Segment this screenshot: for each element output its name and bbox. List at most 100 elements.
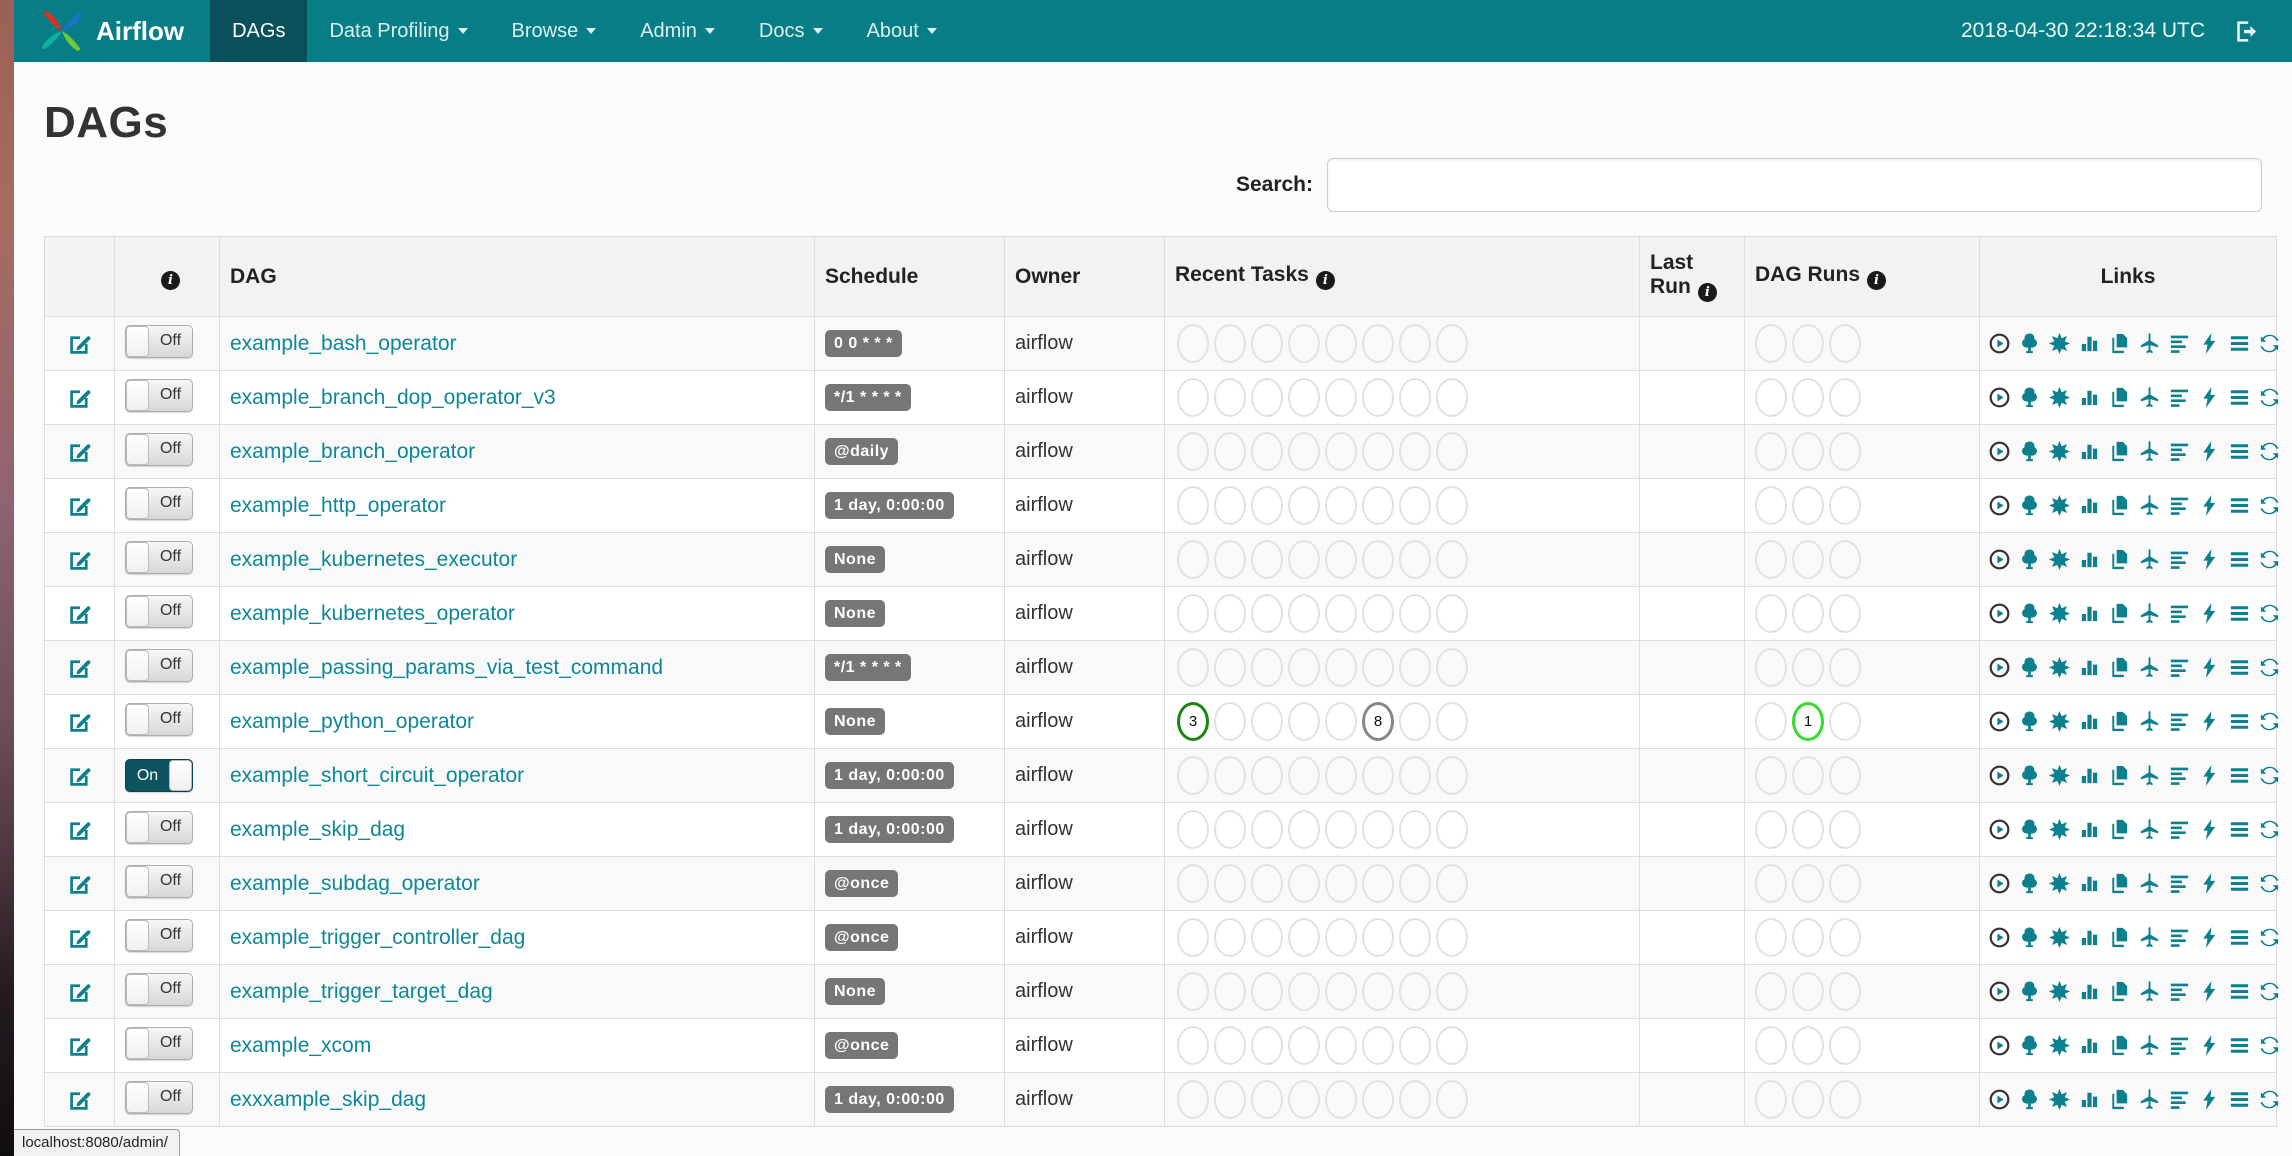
task-state-circle[interactable] xyxy=(1362,1026,1394,1065)
task-state-circle[interactable] xyxy=(1436,918,1468,957)
graph-view-icon[interactable] xyxy=(2048,1034,2071,1057)
task-state-circle[interactable] xyxy=(1399,648,1431,687)
gantt-icon[interactable] xyxy=(2168,440,2191,463)
landing-times-icon[interactable] xyxy=(2138,332,2161,355)
refresh-icon[interactable] xyxy=(2258,818,2281,841)
gantt-icon[interactable] xyxy=(2168,872,2191,895)
refresh-icon[interactable] xyxy=(2258,386,2281,409)
dag-run-state-circle[interactable] xyxy=(1755,810,1787,849)
schedule-badge[interactable]: None xyxy=(825,546,885,573)
trigger-dag-icon[interactable] xyxy=(1988,980,2011,1003)
refresh-icon[interactable] xyxy=(2258,926,2281,949)
task-state-circle[interactable] xyxy=(1251,432,1283,471)
task-state-circle[interactable] xyxy=(1251,702,1283,741)
trigger-dag-icon[interactable] xyxy=(1988,710,2011,733)
dag-run-state-circle[interactable] xyxy=(1792,1080,1824,1119)
graph-view-icon[interactable] xyxy=(2048,386,2071,409)
landing-times-icon[interactable] xyxy=(2138,818,2161,841)
search-input[interactable] xyxy=(1327,158,2262,212)
task-state-circle[interactable] xyxy=(1214,1080,1246,1119)
landing-times-icon[interactable] xyxy=(2138,1088,2161,1111)
dag-run-state-circle[interactable] xyxy=(1829,324,1861,363)
task-state-circle[interactable] xyxy=(1214,648,1246,687)
dag-run-state-circle[interactable] xyxy=(1792,432,1824,471)
schedule-badge[interactable]: */1 * * * * xyxy=(825,384,911,411)
graph-view-icon[interactable] xyxy=(2048,602,2071,625)
task-state-circle[interactable] xyxy=(1399,810,1431,849)
task-state-circle[interactable] xyxy=(1214,594,1246,633)
dag-link[interactable]: example_short_circuit_operator xyxy=(230,764,524,787)
graph-view-icon[interactable] xyxy=(2048,1088,2071,1111)
task-tries-icon[interactable] xyxy=(2108,710,2131,733)
task-state-circle[interactable] xyxy=(1362,810,1394,849)
refresh-icon[interactable] xyxy=(2258,980,2281,1003)
dag-run-state-circle[interactable] xyxy=(1755,648,1787,687)
refresh-icon[interactable] xyxy=(2258,1034,2281,1057)
graph-view-icon[interactable] xyxy=(2048,872,2071,895)
landing-times-icon[interactable] xyxy=(2138,872,2161,895)
gantt-icon[interactable] xyxy=(2168,1088,2191,1111)
task-state-circle[interactable] xyxy=(1251,810,1283,849)
nav-item-data-profiling[interactable]: Data Profiling xyxy=(307,0,489,62)
edit-dag-icon[interactable] xyxy=(67,871,93,897)
task-state-circle[interactable] xyxy=(1214,864,1246,903)
dag-pause-toggle[interactable]: Off xyxy=(125,864,193,898)
tree-view-icon[interactable] xyxy=(2018,764,2041,787)
nav-item-dags[interactable]: DAGs xyxy=(210,0,308,62)
task-state-circle[interactable] xyxy=(1214,486,1246,525)
refresh-icon[interactable] xyxy=(2258,332,2281,355)
task-state-circle[interactable] xyxy=(1288,1080,1320,1119)
landing-times-icon[interactable] xyxy=(2138,386,2161,409)
edit-dag-icon[interactable] xyxy=(67,763,93,789)
code-view-icon[interactable] xyxy=(2198,602,2221,625)
task-state-circle[interactable] xyxy=(1177,1080,1209,1119)
schedule-badge[interactable]: None xyxy=(825,978,885,1005)
code-view-icon[interactable] xyxy=(2198,440,2221,463)
dag-pause-toggle[interactable]: Off xyxy=(125,594,193,628)
task-state-circle[interactable] xyxy=(1436,864,1468,903)
task-state-circle[interactable] xyxy=(1177,594,1209,633)
task-state-circle[interactable] xyxy=(1436,648,1468,687)
task-duration-icon[interactable] xyxy=(2078,386,2101,409)
logs-icon[interactable] xyxy=(2228,548,2251,571)
dag-pause-toggle[interactable]: Off xyxy=(125,324,193,358)
dag-run-state-circle[interactable] xyxy=(1829,972,1861,1011)
code-view-icon[interactable] xyxy=(2198,1088,2221,1111)
logs-icon[interactable] xyxy=(2228,656,2251,679)
dag-run-state-circle[interactable] xyxy=(1792,648,1824,687)
dag-pause-toggle[interactable]: Off xyxy=(125,1080,193,1114)
task-state-circle[interactable] xyxy=(1251,324,1283,363)
logs-icon[interactable] xyxy=(2228,764,2251,787)
tree-view-icon[interactable] xyxy=(2018,494,2041,517)
dag-pause-toggle[interactable]: Off xyxy=(125,486,193,520)
task-state-circle[interactable] xyxy=(1251,378,1283,417)
dag-run-state-circle[interactable] xyxy=(1829,918,1861,957)
graph-view-icon[interactable] xyxy=(2048,440,2071,463)
task-state-circle[interactable] xyxy=(1288,756,1320,795)
task-state-circle[interactable] xyxy=(1214,540,1246,579)
dag-run-state-circle[interactable] xyxy=(1829,864,1861,903)
refresh-icon[interactable] xyxy=(2258,602,2281,625)
edit-dag-icon[interactable] xyxy=(67,655,93,681)
edit-dag-icon[interactable] xyxy=(67,979,93,1005)
task-state-circle[interactable] xyxy=(1177,1026,1209,1065)
graph-view-icon[interactable] xyxy=(2048,494,2071,517)
tree-view-icon[interactable] xyxy=(2018,710,2041,733)
tree-view-icon[interactable] xyxy=(2018,1088,2041,1111)
task-state-circle[interactable] xyxy=(1362,594,1394,633)
task-state-circle[interactable] xyxy=(1288,810,1320,849)
task-state-circle[interactable] xyxy=(1214,378,1246,417)
dag-link[interactable]: example_branch_operator xyxy=(230,440,475,463)
task-state-circle[interactable] xyxy=(1251,864,1283,903)
task-state-circle[interactable] xyxy=(1325,648,1357,687)
task-state-circle[interactable] xyxy=(1214,810,1246,849)
task-state-circle[interactable] xyxy=(1436,378,1468,417)
task-duration-icon[interactable] xyxy=(2078,926,2101,949)
dag-run-state-circle[interactable] xyxy=(1755,1026,1787,1065)
logs-icon[interactable] xyxy=(2228,980,2251,1003)
task-state-circle[interactable] xyxy=(1325,432,1357,471)
dag-run-state-circle[interactable] xyxy=(1792,594,1824,633)
task-state-circle[interactable] xyxy=(1177,864,1209,903)
task-state-circle[interactable] xyxy=(1436,540,1468,579)
refresh-icon[interactable] xyxy=(2258,440,2281,463)
